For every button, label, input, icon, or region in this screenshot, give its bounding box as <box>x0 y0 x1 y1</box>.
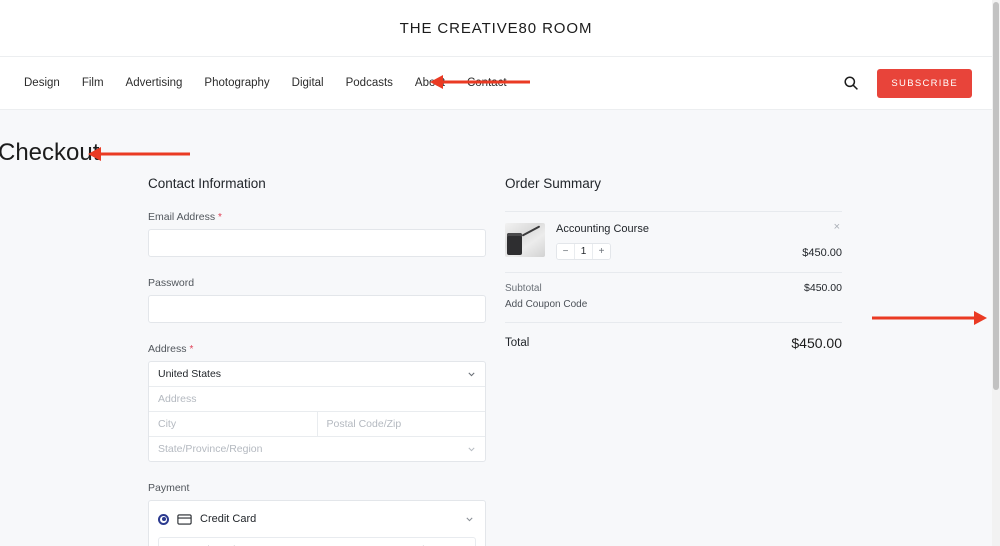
country-select[interactable]: United States <box>149 362 485 386</box>
subtotal-row: Subtotal $450.00 <box>505 282 842 294</box>
quantity-stepper: − 1 + <box>556 243 611 260</box>
payment-method-credit-card[interactable]: Credit Card <box>158 510 476 528</box>
state-placeholder-text: State/Province/Region <box>158 443 263 455</box>
nav-item-photography[interactable]: Photography <box>204 77 269 89</box>
remove-item-button[interactable]: × <box>834 222 840 233</box>
card-number-field[interactable]: Card number MM / YY CVC <box>158 537 476 546</box>
address-label-text: Address <box>148 343 187 355</box>
password-field[interactable] <box>148 295 486 323</box>
city-input[interactable]: City <box>149 412 317 436</box>
credit-card-radio[interactable] <box>158 513 169 525</box>
total-label: Total <box>505 337 530 349</box>
chevron-down-icon <box>468 372 475 377</box>
nav-item-advertising[interactable]: Advertising <box>126 77 183 89</box>
postal-code-input[interactable]: Postal Code/Zip <box>316 412 486 436</box>
email-label-text: Email Address <box>148 211 216 223</box>
address-required-mark: * <box>189 344 194 355</box>
product-price: $450.00 <box>802 247 842 259</box>
total-value: $450.00 <box>791 335 842 351</box>
nav-item-about[interactable]: About <box>415 77 445 89</box>
order-summary-heading: Order Summary <box>505 176 602 191</box>
nav-item-contact[interactable]: Contact <box>467 77 507 89</box>
arrow-line <box>98 152 190 156</box>
main-navigation: Design Film Advertising Photography Digi… <box>0 56 992 110</box>
state-select[interactable]: State/Province/Region <box>149 437 485 461</box>
nav-item-film[interactable]: Film <box>82 77 104 89</box>
payment-group: Credit Card Card number MM / YY CVC <box>148 500 486 546</box>
quantity-value[interactable]: 1 <box>574 244 593 259</box>
add-coupon-code-link[interactable]: Add Coupon Code <box>505 299 587 310</box>
quantity-increment-button[interactable]: + <box>593 244 610 259</box>
order-item-details: Accounting Course − 1 + <box>556 223 802 260</box>
city-postal-row: City Postal Code/Zip <box>149 412 485 437</box>
payment-label: Payment <box>148 482 190 494</box>
page-title: Checkout <box>0 139 100 166</box>
arrow-head-icon <box>974 311 987 325</box>
credit-card-icon <box>177 513 192 525</box>
address-row: Address <box>149 387 485 412</box>
scrollbar-thumb[interactable] <box>993 2 999 390</box>
address-label: Address * <box>148 343 486 355</box>
product-name: Accounting Course <box>556 223 649 235</box>
nav-item-design[interactable]: Design <box>24 77 60 89</box>
site-header: THE CREATIVE80 ROOM <box>0 0 992 56</box>
order-summary-column: Order Summary Accounting Course − 1 + $4… <box>505 176 842 351</box>
chevron-down-icon[interactable] <box>465 515 474 524</box>
search-icon[interactable] <box>843 75 859 91</box>
address-group: United States Address City Postal Code/Z… <box>148 361 486 462</box>
payment-method-label: Credit Card <box>200 513 257 525</box>
arrow-pointing-to-page-title <box>88 146 190 162</box>
arrow-line <box>872 316 977 320</box>
password-label: Password <box>148 277 195 289</box>
site-title: THE CREATIVE80 ROOM <box>399 19 593 37</box>
subscribe-button[interactable]: SUBSCRIBE <box>877 68 972 98</box>
nav-links: Design Film Advertising Photography Digi… <box>24 77 507 89</box>
contact-information-column: Contact Information Email Address * Pass… <box>148 176 486 546</box>
checkout-page: THE CREATIVE80 ROOM Design Film Advertis… <box>0 0 1000 546</box>
subtotal-label: Subtotal <box>505 282 542 294</box>
vertical-scrollbar[interactable] <box>992 0 1000 546</box>
email-label: Email Address * <box>148 211 486 223</box>
nav-actions: SUBSCRIBE <box>843 68 972 98</box>
state-row: State/Province/Region <box>149 437 485 461</box>
quantity-decrement-button[interactable]: − <box>557 244 574 259</box>
order-item-row: Accounting Course − 1 + $450.00 × <box>505 212 842 272</box>
nav-item-podcasts[interactable]: Podcasts <box>346 77 393 89</box>
chevron-down-icon <box>468 447 475 452</box>
email-field[interactable] <box>148 229 486 257</box>
subtotal-value: $450.00 <box>804 282 842 294</box>
arrow-pointing-to-total <box>872 310 987 326</box>
product-thumbnail <box>505 223 545 257</box>
contact-information-heading: Contact Information <box>148 176 266 191</box>
email-required-mark: * <box>218 212 222 223</box>
total-row: Total $450.00 <box>505 323 842 351</box>
country-row: United States <box>149 362 485 387</box>
country-value: United States <box>158 368 222 380</box>
address-line-input[interactable]: Address <box>149 387 485 411</box>
nav-item-digital[interactable]: Digital <box>292 77 324 89</box>
